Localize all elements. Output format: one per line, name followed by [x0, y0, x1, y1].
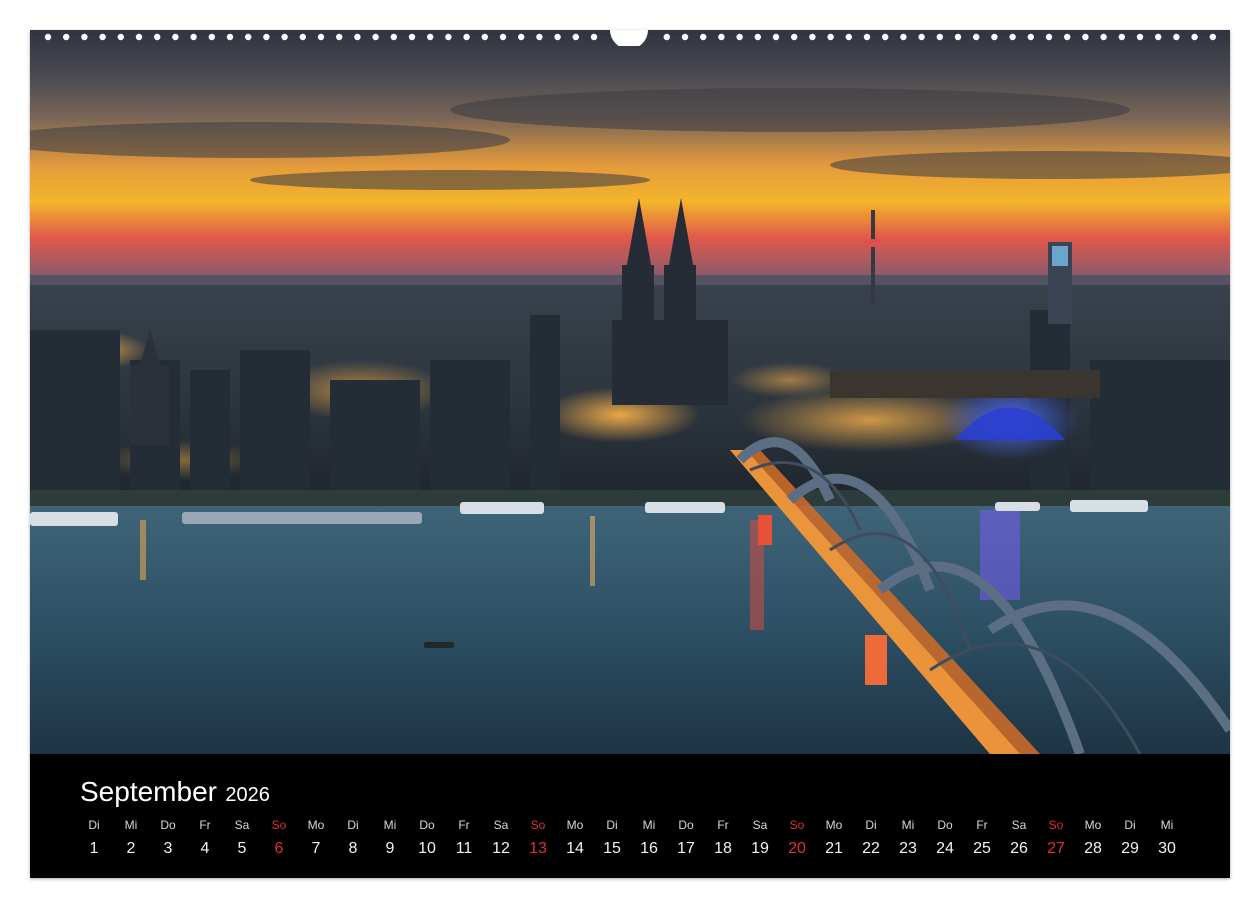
weekday-label: Mi: [901, 818, 915, 832]
weekday-label: So: [271, 818, 287, 832]
weekday-label: Sa: [493, 818, 509, 832]
weekday-label: Fr: [458, 818, 470, 832]
weekday-label: Mi: [642, 818, 656, 832]
weekday-label: Sa: [234, 818, 250, 832]
weekday-label: Di: [88, 818, 100, 832]
weekday-label: Mo: [1084, 818, 1102, 832]
date-number: 10: [418, 840, 436, 857]
date-number: 29: [1121, 840, 1139, 857]
weekday-label: So: [530, 818, 546, 832]
date-number: 9: [385, 840, 395, 857]
date-number: 24: [936, 840, 954, 857]
date-number: 17: [677, 840, 695, 857]
weekday-label: Mo: [566, 818, 584, 832]
weekday-label: Do: [937, 818, 953, 832]
weekday-label: Di: [865, 818, 877, 832]
date-number: 14: [566, 840, 584, 857]
date-number: 22: [862, 840, 880, 857]
weekday-label: Do: [678, 818, 694, 832]
date-number: 4: [200, 840, 210, 857]
date-number: 1: [89, 840, 99, 857]
date-number: 18: [714, 840, 732, 857]
date-number: 8: [348, 840, 358, 857]
month-label: September: [80, 776, 217, 807]
date-number: 25: [973, 840, 991, 857]
calendar-title: September 2026: [80, 776, 270, 808]
date-number: 7: [311, 840, 321, 857]
date-number: 5: [237, 840, 247, 857]
weekday-label: Mi: [383, 818, 397, 832]
date-number: 6: [274, 840, 284, 857]
date-number: 11: [455, 840, 473, 857]
date-number: 13: [529, 840, 547, 857]
weekday-label: Mi: [1160, 818, 1174, 832]
date-number: 30: [1158, 840, 1176, 857]
weekday-label: Do: [160, 818, 176, 832]
year-label: 2026: [225, 784, 270, 806]
weekday-label: Do: [419, 818, 435, 832]
date-number: 16: [640, 840, 658, 857]
cityscape-photo: [30, 30, 1230, 754]
date-number: 20: [788, 840, 806, 857]
weekday-label: Fr: [976, 818, 988, 832]
weekday-label: Fr: [199, 818, 211, 832]
weekday-label: Fr: [717, 818, 729, 832]
weekday-label: Mo: [825, 818, 843, 832]
date-number: 2: [126, 840, 136, 857]
date-number: 19: [751, 840, 769, 857]
weekday-row: Di Mi Do Fr Sa So Mo Di Mi Do Fr Sa So Mo Di Mi Do Fr Sa So…: [30, 818, 1230, 838]
weekday-label: Sa: [752, 818, 768, 832]
date-number: 12: [492, 840, 510, 857]
date-number: 21: [825, 840, 843, 857]
weekday-label: Di: [347, 818, 359, 832]
date-row: 1 2 3 4 5 6 7 8 9 10 11 12 13 14 15 16 17 18 19 20 21 22 23 24 2…: [30, 840, 1230, 860]
weekday-label: Sa: [1011, 818, 1027, 832]
weekday-label: Mi: [124, 818, 138, 832]
date-number: 28: [1084, 840, 1102, 857]
weekday-label: Di: [1124, 818, 1136, 832]
calendar-strip: September 2026 Di Mi Do Fr Sa So Mo Di Mi Do Fr Sa S…: [30, 754, 1230, 878]
weekday-label: Di: [606, 818, 618, 832]
date-number: 26: [1010, 840, 1028, 857]
weekday-label: So: [1048, 818, 1064, 832]
date-number: 15: [603, 840, 621, 857]
calendar-page: September 2026 Di Mi Do Fr Sa So Mo Di Mi Do Fr Sa S…: [30, 30, 1230, 878]
weekday-label: Mo: [307, 818, 325, 832]
date-number: 23: [899, 840, 917, 857]
weekday-label: So: [789, 818, 805, 832]
date-number: 27: [1047, 840, 1065, 857]
date-number: 3: [163, 840, 173, 857]
